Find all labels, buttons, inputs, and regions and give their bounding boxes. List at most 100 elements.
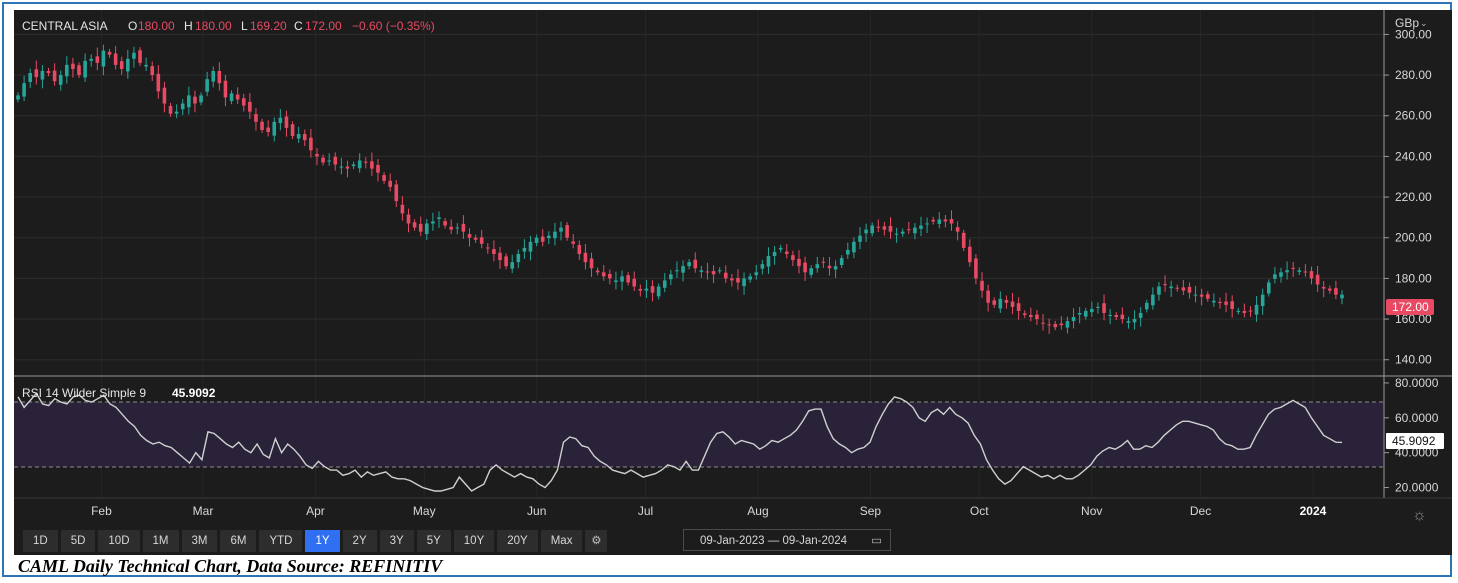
candle-body [77, 65, 81, 76]
candle-body [1090, 308, 1094, 313]
candle-body [40, 71, 45, 80]
timeframe-button-ytd[interactable]: YTD [258, 529, 304, 553]
candle-body [174, 111, 179, 114]
candle-body [876, 226, 881, 228]
candle-body [681, 266, 685, 273]
candle-body [65, 64, 69, 77]
candle-body [882, 226, 887, 230]
candle-body [351, 164, 356, 167]
candle-body [913, 227, 917, 234]
candle-body [235, 94, 240, 100]
timeframe-button-max[interactable]: Max [539, 529, 584, 553]
chevron-down-icon[interactable]: ⌄ [1420, 18, 1428, 28]
timeframe-button-1m[interactable]: 1M [141, 529, 180, 553]
timeframe-button-2y[interactable]: 2Y [341, 529, 378, 553]
timeframe-button-5d[interactable]: 5D [59, 529, 97, 553]
candle-body [1083, 310, 1088, 317]
timeframe-button-5y[interactable]: 5Y [415, 529, 452, 553]
candle-body [858, 235, 862, 242]
rsi-label: RSI 14 Wilder Simple 9 [22, 386, 146, 400]
candle-body [241, 98, 246, 106]
candle-body [870, 225, 874, 234]
candle-body [742, 278, 746, 287]
candle-body [1218, 301, 1222, 303]
candle-body [595, 270, 600, 273]
candle-body [290, 124, 295, 137]
candle-body [815, 264, 820, 269]
date-range-picker[interactable]: 09-Jan-2023 — 09-Jan-2024 ▭ [683, 529, 891, 551]
timeframe-button-1y[interactable]: 1Y [304, 529, 341, 553]
x-tick-label: Jul [638, 504, 653, 518]
candle-body [52, 70, 57, 82]
candle-body [1016, 303, 1021, 311]
figure-frame: 300.00 280.00 260.00 240.00 220.00 200.00 180.… [2, 2, 1452, 577]
timeframe-button-6m[interactable]: 6M [219, 529, 258, 553]
candle-body [89, 58, 94, 61]
x-tick-label: Apr [306, 504, 325, 518]
candle-body [406, 214, 411, 224]
candle-body [1035, 314, 1039, 320]
candle-body [888, 225, 893, 232]
candle-body [1199, 294, 1204, 297]
y-tick-label: 240.00 [1395, 149, 1432, 163]
candle-body [278, 117, 283, 124]
candle-body [925, 223, 929, 225]
candle-body [83, 60, 87, 78]
candle-body [412, 222, 417, 228]
candle-body [723, 272, 728, 279]
timeframe-button-3m[interactable]: 3M [180, 529, 219, 553]
candle-body [1285, 270, 1289, 273]
candle-body [833, 266, 838, 270]
candle-body [620, 276, 624, 282]
candle-body [443, 221, 447, 226]
timeframe-button-1d[interactable]: 1D [22, 529, 59, 553]
last-price-value: 172.00 [1392, 300, 1429, 314]
timeframe-button-10y[interactable]: 10Y [452, 529, 496, 553]
candle-body [34, 69, 39, 78]
candle-body [1297, 270, 1302, 272]
candle-body [1303, 271, 1308, 273]
candle-body [1340, 294, 1344, 299]
candle-body [394, 184, 399, 202]
currency-label[interactable]: GBp [1395, 16, 1419, 30]
candle-body [333, 156, 338, 165]
chart-settings-icon[interactable]: ☼ [1412, 507, 1427, 524]
candle-body [144, 64, 148, 67]
candle-body [565, 225, 569, 238]
candle-body [168, 105, 173, 114]
candle-body [1059, 323, 1064, 326]
candle-body [845, 249, 850, 255]
candle-body [534, 237, 539, 244]
candle-body [272, 121, 277, 136]
timeframe-button-3y[interactable]: 3Y [378, 529, 415, 553]
candle-body [486, 247, 490, 249]
y-tick-label: 200.00 [1395, 231, 1432, 245]
candle-body [95, 56, 100, 63]
candle-body [376, 164, 380, 173]
candle-body [864, 229, 868, 234]
candle-body [803, 262, 807, 273]
candle-body [1163, 284, 1167, 286]
candle-body [1053, 323, 1058, 328]
timeframe-button-20y[interactable]: 20Y [496, 529, 539, 553]
candle-body [992, 300, 997, 305]
candle-body [16, 95, 20, 100]
gear-icon[interactable]: ⚙ [584, 529, 609, 553]
low-value: 169.20 [250, 19, 287, 33]
low-label: L [241, 19, 248, 33]
candle-body [730, 278, 734, 281]
candle-body [327, 160, 331, 162]
candle-body [571, 241, 576, 244]
candle-body [309, 137, 313, 151]
x-tick-label: Dec [1190, 504, 1211, 518]
candle-body [1321, 286, 1326, 289]
timeframe-button-10d[interactable]: 10D [97, 529, 141, 553]
candle-body [900, 231, 905, 234]
candle-body [937, 219, 942, 224]
candle-body [547, 235, 551, 239]
date-range-text: 09-Jan-2023 — 09-Jan-2024 [700, 535, 848, 547]
candle-body [113, 53, 118, 65]
candle-body [644, 288, 649, 291]
price-chart[interactable]: 300.00280.00260.00240.00220.00200.00180.… [14, 10, 1452, 555]
candle-body [797, 258, 801, 267]
